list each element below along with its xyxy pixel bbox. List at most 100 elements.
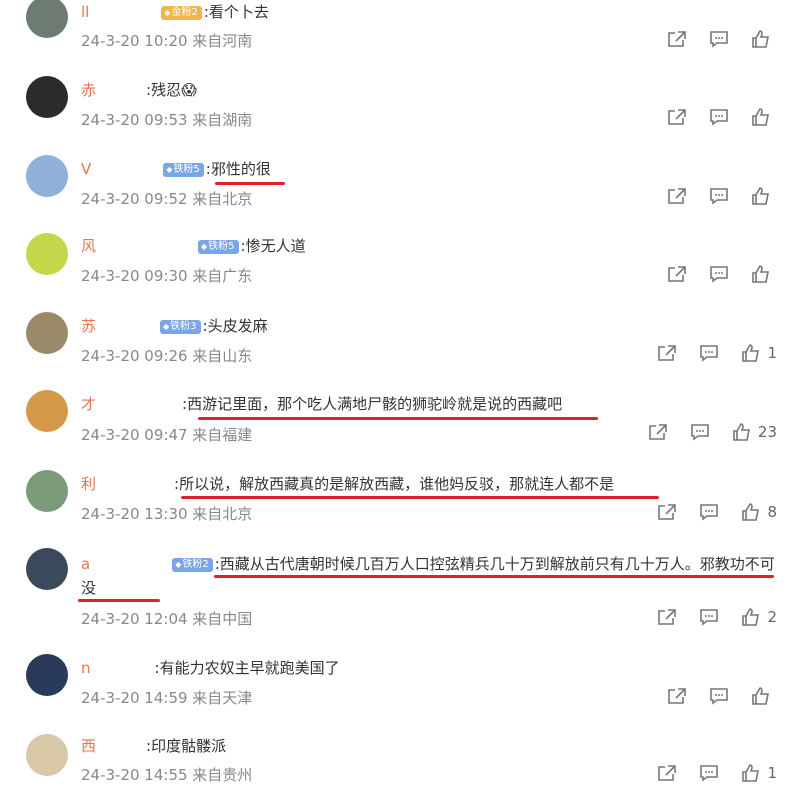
username[interactable]: 才 [81, 395, 96, 413]
like-button[interactable]: 8 [741, 503, 777, 521]
highlight-underline [198, 417, 598, 420]
username[interactable]: a [81, 555, 90, 573]
comment-text: :残忍😱 [146, 81, 197, 99]
comment-meta: 24-3-20 09:47 来自福建 [81, 426, 253, 444]
avatar[interactable] [26, 734, 68, 776]
share-button[interactable] [648, 423, 668, 441]
fan-badge[interactable]: 铁粉2 [172, 557, 213, 572]
comment-text: :惨无人道 [240, 237, 306, 255]
thumbs-up-icon [742, 344, 760, 362]
like-button[interactable]: 1 [741, 764, 777, 782]
reply-button[interactable] [709, 265, 729, 283]
share-icon [668, 688, 686, 704]
highlight-underline [215, 182, 285, 185]
comment-meta: 24-3-20 09:53 来自湖南 [81, 111, 253, 129]
avatar[interactable] [26, 548, 68, 590]
comment-meta: 24-3-20 09:52 来自北京 [81, 190, 253, 208]
share-button[interactable] [667, 108, 687, 126]
like-button[interactable]: 1 [741, 344, 777, 362]
username[interactable]: 赤 [81, 81, 96, 99]
like-button[interactable] [751, 30, 777, 48]
avatar[interactable] [26, 470, 68, 512]
like-count: 8 [767, 503, 777, 521]
username[interactable]: n [81, 659, 91, 677]
comment-icon [700, 345, 719, 362]
fan-badge[interactable]: 铁粉5 [198, 239, 239, 254]
share-button[interactable] [657, 344, 677, 362]
comment-item: ll 金粉2:看个卜去 24-3-20 10:20 来自河南 [0, 0, 795, 78]
thumbs-up-icon [752, 108, 769, 126]
like-count: 23 [757, 423, 777, 441]
share-icon [658, 609, 677, 625]
like-button[interactable] [751, 687, 777, 705]
username[interactable]: V [81, 160, 91, 178]
highlight-underline [181, 496, 659, 499]
fan-badge[interactable]: 铁粉5 [163, 162, 204, 177]
like-button[interactable] [751, 265, 777, 283]
comment-item: a铁粉2:西藏从古代唐朝时候几百万人口控弦精兵几十万到解放前只有几十万人。邪教功… [0, 542, 795, 642]
avatar[interactable] [26, 312, 68, 354]
highlight-underline [214, 575, 774, 578]
username[interactable]: 利 [81, 475, 96, 493]
like-button[interactable]: 23 [732, 423, 777, 441]
share-button[interactable] [667, 687, 687, 705]
avatar[interactable] [26, 654, 68, 696]
share-icon [668, 266, 686, 282]
share-button[interactable] [667, 30, 687, 48]
comment-item: 西:印度骷髅派 24-3-20 14:55 来自贵州 1 [0, 726, 795, 792]
share-button[interactable] [657, 503, 677, 521]
username[interactable]: 西 [81, 737, 96, 755]
like-button[interactable] [751, 187, 777, 205]
thumbs-up-icon [752, 265, 769, 283]
comment-text: :头皮发麻 [202, 317, 268, 335]
thumbs-up-icon [752, 30, 769, 48]
reply-button[interactable] [699, 344, 719, 362]
reply-button[interactable] [709, 108, 729, 126]
comment-meta: 24-3-20 12:04 来自中国 [81, 610, 253, 628]
comment-meta: 24-3-20 09:26 来自山东 [81, 347, 253, 365]
avatar[interactable] [26, 0, 68, 38]
comment-item: 风 铁粉5:惨无人道 24-3-20 09:30 来自广东 [0, 228, 795, 306]
share-icon [658, 504, 677, 520]
comment-meta: 24-3-20 10:20 来自河南 [81, 32, 253, 50]
fan-badge[interactable]: 铁粉3 [160, 319, 201, 334]
comment-meta: 24-3-20 09:30 来自广东 [81, 267, 253, 285]
like-button[interactable] [751, 108, 777, 126]
share-button[interactable] [667, 265, 687, 283]
avatar[interactable] [26, 233, 68, 275]
share-button[interactable] [667, 187, 687, 205]
username[interactable]: 苏 [81, 317, 96, 335]
avatar[interactable] [26, 390, 68, 432]
comment-item: 利:所以说，解放西藏真的是解放西藏，谁他妈反驳，那就连人都不是 24-3-20 … [0, 464, 795, 542]
username[interactable]: ll [81, 3, 89, 21]
like-count: 2 [767, 608, 777, 626]
reply-button[interactable] [709, 30, 729, 48]
comment-icon [710, 31, 728, 48]
thumbs-up-icon [752, 187, 769, 205]
comment-icon [700, 609, 719, 626]
reply-button[interactable] [709, 187, 729, 205]
like-button[interactable]: 2 [741, 608, 777, 626]
reply-button[interactable] [699, 503, 719, 521]
reply-button[interactable] [690, 423, 710, 441]
fan-badge[interactable]: 金粉2 [161, 5, 202, 20]
username[interactable]: 风 [81, 237, 96, 255]
comment-text: :邪性的很 [205, 160, 271, 178]
share-icon [668, 188, 686, 204]
comment-text: :所以说，解放西藏真的是解放西藏，谁他妈反驳，那就连人都不是 [174, 475, 615, 493]
like-count: 1 [767, 344, 777, 362]
share-button[interactable] [657, 608, 677, 626]
share-icon [668, 31, 686, 47]
comment-icon [700, 504, 719, 521]
avatar[interactable] [26, 76, 68, 118]
avatar[interactable] [26, 155, 68, 197]
reply-button[interactable] [709, 687, 729, 705]
reply-button[interactable] [699, 764, 719, 782]
share-button[interactable] [657, 764, 677, 782]
comment-text: :西游记里面，那个吃人满地尸骸的狮驼岭就是说的西藏吧 [182, 395, 563, 413]
thumbs-up-icon [752, 687, 769, 705]
comment-icon [691, 424, 709, 441]
reply-button[interactable] [699, 608, 719, 626]
comment-icon [710, 688, 728, 705]
share-icon [658, 765, 677, 781]
